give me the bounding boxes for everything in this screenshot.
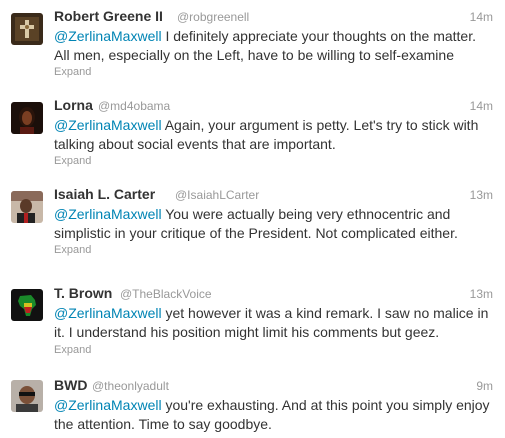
- man-sunglasses-avatar-icon[interactable]: [11, 380, 43, 412]
- woman-portrait-avatar-icon[interactable]: [11, 102, 43, 134]
- tweet-text: @ZerlinaMaxwell I definitely appreciate …: [54, 27, 491, 65]
- mention-link[interactable]: @ZerlinaMaxwell: [54, 305, 162, 321]
- user-handle[interactable]: @TheBlackVoice: [120, 287, 212, 301]
- user-name[interactable]: BWD: [54, 377, 87, 393]
- expand-link[interactable]: Expand: [54, 344, 91, 356]
- expand-link[interactable]: Expand: [54, 244, 91, 256]
- user-handle[interactable]: @IsaiahLCarter: [175, 188, 259, 202]
- tweet-header: T. Brown @TheBlackVoice 13m: [54, 284, 493, 304]
- expand-link[interactable]: Expand: [54, 66, 91, 78]
- timestamp[interactable]: 13m: [470, 287, 493, 301]
- user-name[interactable]: T. Brown: [54, 285, 112, 301]
- timestamp[interactable]: 14m: [470, 10, 493, 24]
- mention-link[interactable]: @ZerlinaMaxwell: [54, 397, 162, 413]
- tweet-header: Isaiah L. Carter @IsaiahLCarter 13m: [54, 185, 493, 205]
- tweet-header: BWD @theonlyadult 9m: [54, 376, 493, 396]
- tweet-item[interactable]: Robert Greene II @robgreenell 14m @Zerli…: [0, 0, 505, 90]
- tweet-item[interactable]: Lorna @md4obama 14m @ZerlinaMaxwell Agai…: [0, 89, 505, 179]
- tweet-header: Robert Greene II @robgreenell 14m: [54, 7, 493, 27]
- africa-map-avatar-icon[interactable]: [11, 289, 43, 321]
- mention-link[interactable]: @ZerlinaMaxwell: [54, 117, 162, 133]
- timestamp[interactable]: 13m: [470, 188, 493, 202]
- user-handle[interactable]: @robgreenell: [177, 10, 249, 24]
- user-handle[interactable]: @md4obama: [98, 99, 170, 113]
- user-name[interactable]: Robert Greene II: [54, 8, 163, 24]
- user-name[interactable]: Isaiah L. Carter: [54, 186, 155, 202]
- dark-cross-avatar-icon[interactable]: [11, 13, 43, 45]
- tweet-item[interactable]: T. Brown @TheBlackVoice 13m @ZerlinaMaxw…: [0, 267, 505, 368]
- timestamp[interactable]: 14m: [470, 99, 493, 113]
- tweet-header: Lorna @md4obama 14m: [54, 96, 493, 116]
- tweet-text: @ZerlinaMaxwell You were actually being …: [54, 205, 491, 243]
- timestamp[interactable]: 9m: [476, 379, 493, 393]
- tweet-text: @ZerlinaMaxwell yet however it was a kin…: [54, 304, 491, 342]
- tweet-text: @ZerlinaMaxwell Again, your argument is …: [54, 116, 491, 154]
- user-name[interactable]: Lorna: [54, 97, 93, 113]
- tweet-text: @ZerlinaMaxwell you're exhausting. And a…: [54, 396, 491, 434]
- mention-link[interactable]: @ZerlinaMaxwell: [54, 206, 162, 222]
- tweet-timeline: Robert Greene II @robgreenell 14m @Zerli…: [0, 0, 505, 438]
- user-handle[interactable]: @theonlyadult: [92, 379, 169, 393]
- man-portrait-avatar-icon[interactable]: [11, 191, 43, 223]
- mention-link[interactable]: @ZerlinaMaxwell: [54, 28, 162, 44]
- tweet-item[interactable]: BWD @theonlyadult 9m @ZerlinaMaxwell you…: [0, 367, 505, 438]
- tweet-item[interactable]: Isaiah L. Carter @IsaiahLCarter 13m @Zer…: [0, 178, 505, 268]
- expand-link[interactable]: Expand: [54, 155, 91, 167]
